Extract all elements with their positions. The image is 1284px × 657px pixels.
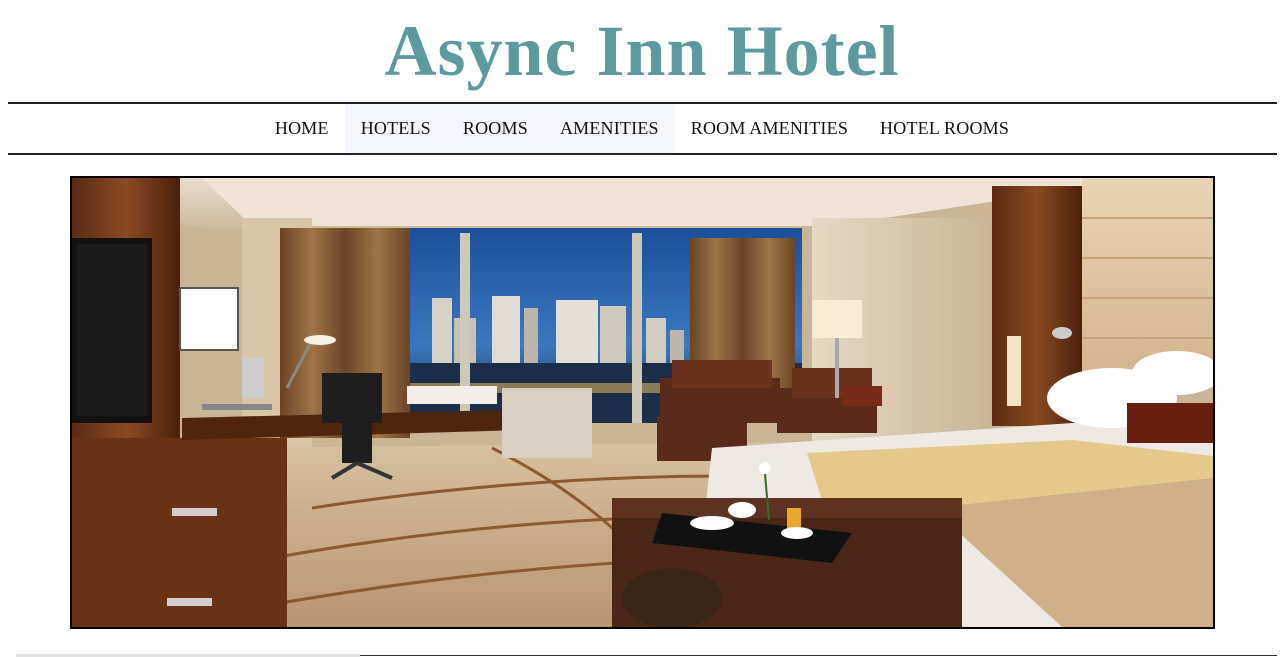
nav-amenities[interactable]: AMENITIES [543,104,675,153]
nav-rooms[interactable]: ROOMS [446,104,544,153]
page-bottom-divider [360,655,1277,656]
main-navigation: HOME HOTELS ROOMS AMENITIES ROOM AMENITI… [0,104,1284,153]
nav-bottom-divider [8,153,1277,155]
hotel-room-illustration [72,178,1213,627]
site-title: Async Inn Hotel [384,11,900,91]
hero-image [70,176,1215,629]
nav-hotel-rooms[interactable]: HOTEL ROOMS [864,104,1025,153]
nav-hotels[interactable]: HOTELS [344,104,447,153]
page: Async Inn Hotel HOME HOTELS ROOMS AMENIT… [0,0,1284,657]
nav-room-amenities[interactable]: ROOM AMENITIES [675,104,864,153]
nav-home[interactable]: HOME [259,104,345,153]
